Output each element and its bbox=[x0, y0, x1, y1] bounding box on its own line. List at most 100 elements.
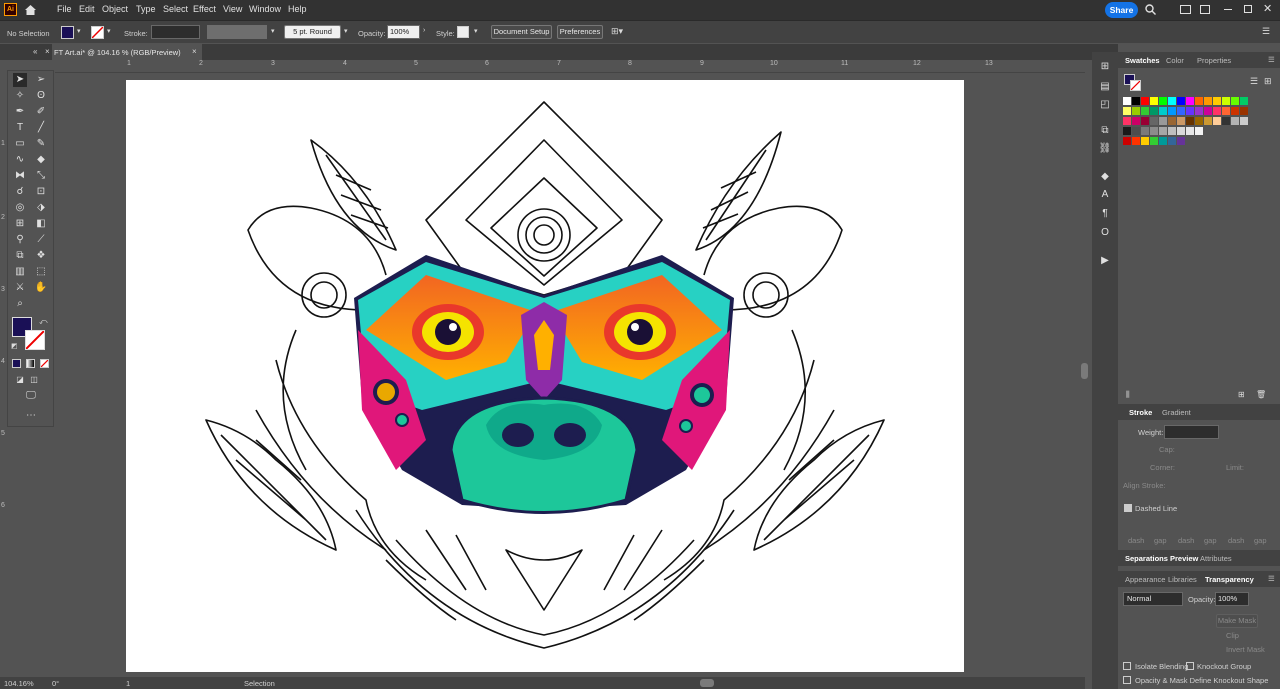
artboard-number[interactable]: 1 bbox=[126, 679, 130, 688]
none-mode-icon[interactable] bbox=[40, 359, 49, 368]
edit-toolbar-icon[interactable]: ⋯ bbox=[24, 409, 38, 423]
color-swatch[interactable] bbox=[1186, 97, 1194, 105]
color-swatch[interactable] bbox=[1222, 117, 1230, 125]
color-swatch[interactable] bbox=[1168, 127, 1176, 135]
links-icon[interactable]: ⛓ bbox=[1098, 142, 1112, 156]
tab-appearance[interactable]: Appearance bbox=[1125, 575, 1165, 584]
color-swatch[interactable] bbox=[1123, 97, 1131, 105]
magic-wand-tool-icon[interactable]: ✧ bbox=[13, 89, 27, 103]
close-icon[interactable]: ✕ bbox=[1263, 2, 1272, 15]
color-swatch[interactable] bbox=[1132, 97, 1140, 105]
color-swatch[interactable] bbox=[1222, 97, 1230, 105]
layers-panel-icon[interactable]: ◰ bbox=[1098, 98, 1112, 112]
color-swatch[interactable] bbox=[1132, 107, 1140, 115]
scroll-thumb[interactable] bbox=[1081, 363, 1088, 379]
menu-edit[interactable]: Edit bbox=[79, 4, 95, 14]
monkey-artwork[interactable] bbox=[126, 80, 964, 672]
direct-selection-tool-icon[interactable]: ➢ bbox=[34, 73, 48, 87]
blend-tool-icon[interactable]: ⧉ bbox=[13, 249, 27, 263]
type-tool-icon[interactable]: T bbox=[13, 121, 27, 135]
paragraph-icon[interactable]: ¶ bbox=[1098, 207, 1112, 221]
tab-separations-preview[interactable]: Separations Preview bbox=[1125, 554, 1198, 563]
list-view-icon[interactable]: ☰ bbox=[1250, 76, 1258, 87]
color-swatch[interactable] bbox=[1177, 107, 1185, 115]
stroke-swatch[interactable] bbox=[91, 26, 104, 39]
measure-tool-icon[interactable]: ⟋ bbox=[34, 233, 48, 247]
color-swatch[interactable] bbox=[1159, 97, 1167, 105]
warp-tool-icon[interactable]: ☌ bbox=[13, 185, 27, 199]
make-mask-button[interactable]: Make Mask bbox=[1216, 614, 1258, 628]
color-swatch[interactable] bbox=[1231, 107, 1239, 115]
actions-icon[interactable]: ▶ bbox=[1098, 254, 1112, 268]
arrange-icon[interactable] bbox=[1180, 5, 1191, 14]
color-swatch[interactable] bbox=[1141, 117, 1149, 125]
color-swatch[interactable] bbox=[1195, 107, 1203, 115]
color-swatch[interactable] bbox=[1141, 127, 1149, 135]
color-swatch[interactable] bbox=[1150, 127, 1158, 135]
color-swatch[interactable] bbox=[1159, 127, 1167, 135]
weight-field[interactable] bbox=[1164, 425, 1219, 439]
color-swatch[interactable] bbox=[1132, 117, 1140, 125]
knockout-group-checkbox[interactable] bbox=[1186, 662, 1194, 670]
color-swatch[interactable] bbox=[1150, 107, 1158, 115]
artboards-icon[interactable]: ▤ bbox=[1098, 80, 1112, 94]
menu-effect[interactable]: Effect bbox=[193, 4, 216, 14]
color-swatch[interactable] bbox=[1159, 117, 1167, 125]
color-swatch[interactable] bbox=[1204, 107, 1212, 115]
menu-file[interactable]: File bbox=[57, 4, 72, 14]
swatches-menu-icon[interactable]: ☰ bbox=[1268, 55, 1275, 64]
perspective-grid-tool-icon[interactable]: ⊞ bbox=[13, 217, 27, 231]
menu-type[interactable]: Type bbox=[136, 4, 156, 14]
lasso-tool-icon[interactable]: ʘ bbox=[34, 89, 48, 103]
color-swatch[interactable] bbox=[1240, 97, 1248, 105]
zoom-tool-icon[interactable]: ⌕ bbox=[13, 297, 27, 311]
grid-view-icon[interactable]: ⊞ bbox=[1264, 76, 1272, 87]
reflect-tool-icon[interactable]: ⧓ bbox=[13, 169, 27, 183]
color-swatch[interactable] bbox=[1177, 97, 1185, 105]
tab-libraries[interactable]: Libraries bbox=[1168, 575, 1197, 584]
artboard-tool-icon[interactable]: ⬚ bbox=[34, 265, 48, 279]
color-swatch[interactable] bbox=[1150, 117, 1158, 125]
blend-mode-select[interactable]: Normal bbox=[1123, 592, 1183, 606]
layers-icon[interactable]: ◆ bbox=[1098, 170, 1112, 184]
search-icon[interactable] bbox=[1145, 4, 1156, 17]
color-swatch[interactable] bbox=[1195, 97, 1203, 105]
arrange-documents-icon[interactable]: ⊞▾ bbox=[611, 26, 623, 37]
isolate-blending-checkbox[interactable] bbox=[1123, 662, 1131, 670]
hand-tool-icon[interactable]: ✋ bbox=[34, 281, 48, 295]
new-swatch-icon[interactable]: ⊞ bbox=[1238, 390, 1245, 399]
shaper-tool-icon[interactable]: ∿ bbox=[13, 153, 27, 167]
close-toolbox-icon[interactable]: × bbox=[45, 47, 50, 56]
eyedropper-tool-icon[interactable]: ⚲ bbox=[13, 233, 27, 247]
color-swatch[interactable] bbox=[1150, 97, 1158, 105]
color-swatch[interactable] bbox=[1123, 107, 1131, 115]
color-mode-icon[interactable] bbox=[12, 359, 21, 368]
color-swatch[interactable] bbox=[1132, 137, 1140, 145]
stroke-dropdown-icon[interactable]: ▾ bbox=[107, 27, 111, 35]
color-swatch[interactable] bbox=[1150, 137, 1158, 145]
preferences-button[interactable]: Preferences bbox=[557, 25, 603, 39]
libraries-icon[interactable]: ⊞ bbox=[1098, 60, 1112, 74]
share-button[interactable]: Share bbox=[1105, 2, 1138, 18]
menu-window[interactable]: Window bbox=[249, 4, 281, 14]
live-paint-tool-icon[interactable]: ⬗ bbox=[34, 201, 48, 215]
opacity-mask-checkbox[interactable] bbox=[1123, 676, 1131, 684]
rectangle-tool-icon[interactable]: ▭ bbox=[13, 137, 27, 151]
gradient-tool-icon[interactable]: ◧ bbox=[34, 217, 48, 231]
transparency-menu-icon[interactable]: ☰ bbox=[1268, 574, 1275, 583]
menu-view[interactable]: View bbox=[223, 4, 242, 14]
color-swatch[interactable] bbox=[1213, 107, 1221, 115]
pen-tool-icon[interactable]: ✒ bbox=[13, 105, 27, 119]
color-swatch[interactable] bbox=[1240, 107, 1248, 115]
line-tool-icon[interactable]: ╱ bbox=[34, 121, 48, 135]
column-graph-tool-icon[interactable]: ▥ bbox=[13, 265, 27, 279]
collapse-toolbox-icon[interactable]: « bbox=[33, 47, 37, 56]
brush-select[interactable]: 5 pt. Round bbox=[284, 25, 341, 39]
maximize-icon[interactable] bbox=[1244, 5, 1252, 13]
color-swatch[interactable] bbox=[1159, 107, 1167, 115]
color-swatch[interactable] bbox=[1177, 117, 1185, 125]
artboard[interactable] bbox=[126, 80, 964, 672]
color-swatch[interactable] bbox=[1186, 107, 1194, 115]
opacity-field[interactable]: 100% bbox=[387, 25, 420, 39]
color-swatch[interactable] bbox=[1141, 107, 1149, 115]
